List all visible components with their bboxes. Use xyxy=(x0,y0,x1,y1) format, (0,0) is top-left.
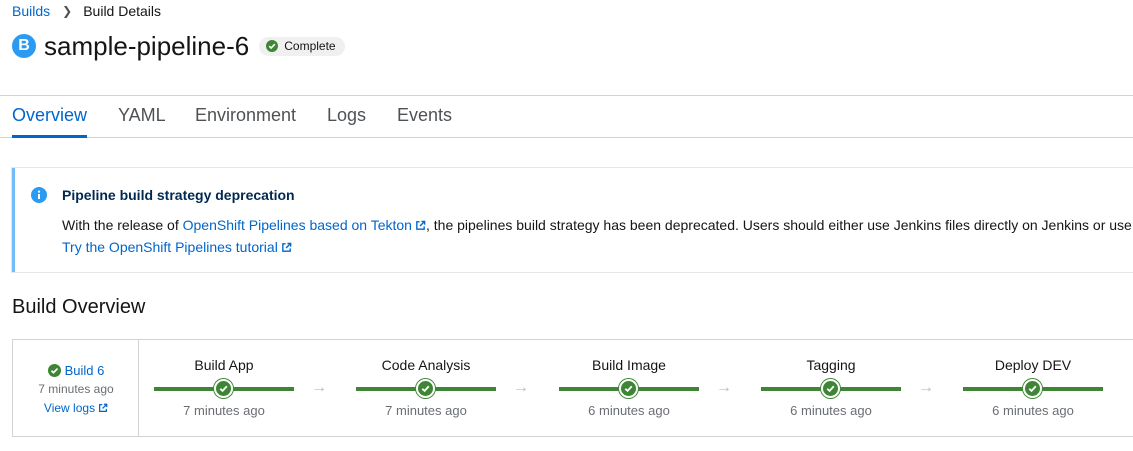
page-title: sample-pipeline-6 xyxy=(44,31,250,61)
alert-text-prefix: With the release of xyxy=(62,217,183,233)
title-row: B sample-pipeline-6 Complete xyxy=(12,30,345,62)
resource-badge: B xyxy=(12,34,36,58)
pipeline-stage: Deploy DEV 6 minutes ago xyxy=(962,340,1104,436)
breadcrumb: Builds ❯ Build Details xyxy=(12,3,161,19)
breadcrumb-builds-link[interactable]: Builds xyxy=(12,3,50,19)
arrow-right-icon: → xyxy=(311,379,327,396)
view-logs-row: View logs xyxy=(13,401,139,416)
chevron-right-icon: ❯ xyxy=(62,4,73,18)
tab-events[interactable]: Events xyxy=(397,105,452,126)
pipeline-stage: Tagging 6 minutes ago xyxy=(760,340,902,436)
tab-logs[interactable]: Logs xyxy=(327,105,366,126)
stage-time: 7 minutes ago xyxy=(183,403,265,418)
check-icon xyxy=(416,379,435,398)
alert-text-suffix: , the pipelines build strategy has been … xyxy=(425,217,1132,233)
breadcrumb-current: Build Details xyxy=(83,3,162,19)
stage-time: 6 minutes ago xyxy=(588,403,670,418)
check-icon xyxy=(1023,379,1042,398)
stage-time: 7 minutes ago xyxy=(385,403,467,418)
tab-overview[interactable]: Overview xyxy=(12,105,87,126)
check-circle-icon xyxy=(47,364,61,377)
status-badge: Complete xyxy=(259,36,345,56)
info-circle-icon xyxy=(31,187,47,208)
section-title: Build Overview xyxy=(12,296,146,318)
stage-name: Build App xyxy=(194,357,254,373)
pipeline-stage: Build App 7 minutes ago xyxy=(153,340,295,436)
deprecation-alert: Pipeline build strategy deprecation With… xyxy=(12,168,1133,272)
external-link-icon xyxy=(98,402,108,416)
status-label: Complete xyxy=(284,39,336,53)
arrow-right-icon: → xyxy=(513,379,529,396)
tutorial-link[interactable]: Try the OpenShift Pipelines tutorial xyxy=(62,239,292,255)
stage-name: Deploy DEV xyxy=(994,357,1072,373)
build-link[interactable]: Build 6 xyxy=(65,363,105,378)
stage-name: Tagging xyxy=(806,357,856,373)
alert-title: Pipeline build strategy deprecation xyxy=(62,187,295,203)
pipeline-stage: Build Image 6 minutes ago xyxy=(558,340,700,436)
check-icon xyxy=(214,379,233,398)
check-circle-icon xyxy=(266,40,279,52)
view-logs-link[interactable]: View logs xyxy=(44,401,108,415)
pipeline-stage: Code Analysis 7 minutes ago xyxy=(355,340,497,436)
view-logs-label: View logs xyxy=(43,401,96,415)
build-time: 7 minutes ago xyxy=(38,382,114,396)
active-tab-indicator xyxy=(12,135,87,138)
tekton-link-label: OpenShift Pipelines based on Tekton xyxy=(182,217,412,233)
external-link-icon xyxy=(415,216,426,237)
check-icon xyxy=(619,379,638,398)
check-icon xyxy=(821,379,840,398)
pipeline-overview: Build 6 7 minutes ago View logs Build Ap… xyxy=(12,339,1133,437)
stage-name: Code Analysis xyxy=(381,357,471,373)
tab-environment[interactable]: Environment xyxy=(195,105,296,126)
tutorial-link-label: Try the OpenShift Pipelines tutorial xyxy=(62,239,278,255)
build-link-row: Build 6 xyxy=(13,363,139,378)
tab-bar: Overview YAML Environment Logs Events xyxy=(0,96,1133,138)
stage-time: 6 minutes ago xyxy=(790,403,872,418)
arrow-right-icon: → xyxy=(918,379,934,396)
alert-body: With the release of OpenShift Pipelines … xyxy=(62,215,1132,259)
tekton-link[interactable]: OpenShift Pipelines based on Tekton xyxy=(183,217,426,233)
tab-yaml[interactable]: YAML xyxy=(118,105,166,126)
external-link-icon xyxy=(281,238,292,259)
build-summary: Build 6 7 minutes ago View logs xyxy=(13,340,139,436)
stage-name: Build Image xyxy=(592,357,666,373)
stage-time: 6 minutes ago xyxy=(992,403,1074,418)
arrow-right-icon: → xyxy=(716,379,732,396)
